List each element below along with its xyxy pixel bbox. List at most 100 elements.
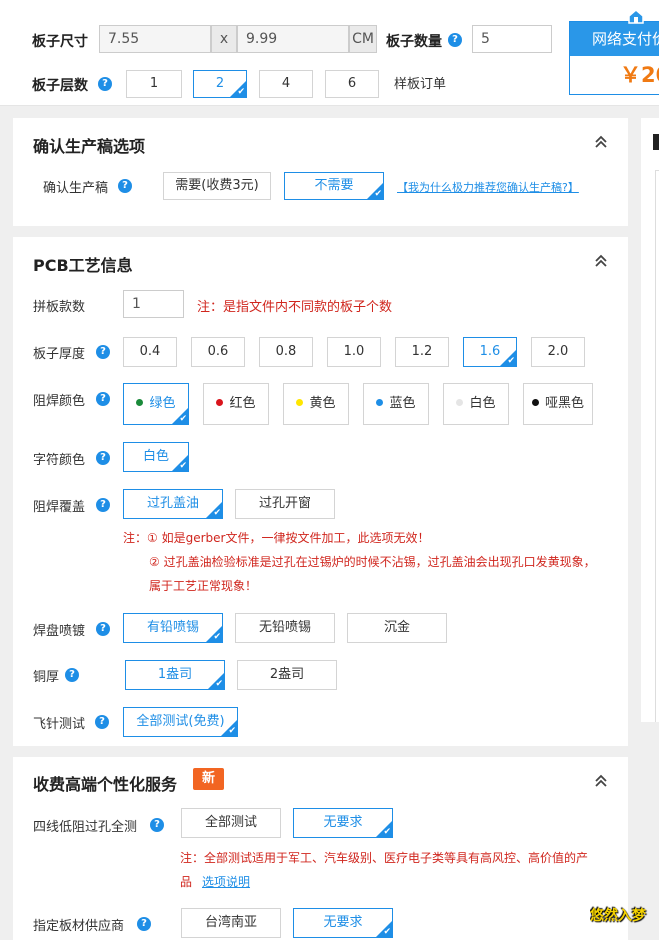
panel-count-label: 拼板款数 xyxy=(33,300,86,315)
yellow-dot-icon xyxy=(296,399,304,406)
check-icon: ✔ xyxy=(374,189,382,199)
via-cover-label: 阻焊覆盖 xyxy=(33,500,86,515)
mask-option-matte-black[interactable]: 哑黑色 xyxy=(523,383,593,425)
collapse-icon[interactable] xyxy=(593,134,609,150)
thickness-option-1.0[interactable]: 1.0 xyxy=(327,337,381,367)
supplier-option-none[interactable]: 无要求 ✔ xyxy=(293,908,393,938)
check-icon: ✔ xyxy=(383,927,391,937)
mask-option-blue-label: 蓝色 xyxy=(389,396,416,411)
probe-option-full[interactable]: 全部测试(免费) ✔ xyxy=(123,707,238,737)
layer-option-2[interactable]: 2 ✔ xyxy=(193,70,247,98)
mask-option-green[interactable]: 绿色 ✔ xyxy=(123,383,189,425)
help-icon[interactable]: ? xyxy=(118,179,132,193)
board-qty-input[interactable]: 5 xyxy=(472,25,552,53)
help-icon[interactable]: ? xyxy=(96,451,110,465)
help-icon[interactable]: ? xyxy=(150,818,164,832)
mask-option-white[interactable]: 白色 xyxy=(443,383,509,425)
via-note-line1: 注：① 如是gerber文件，一律按文件加工，此选项无效！ xyxy=(123,531,430,545)
check-icon: ✔ xyxy=(179,461,187,471)
confirm-option-no[interactable]: 不需要 ✔ xyxy=(284,172,384,200)
black-dot-icon xyxy=(531,399,539,406)
premium-panel: 收费高端个性化服务 新 四线低阻过孔全测 ? 全部测试 无要求 ✔ 注：全部测试适… xyxy=(13,757,628,940)
sample-order-label: 样板订单 xyxy=(394,77,447,92)
mask-option-yellow[interactable]: 黄色 xyxy=(283,383,349,425)
supplier-option-nanya[interactable]: 台湾南亚 xyxy=(181,908,281,938)
confirm-panel: 确认生产稿选项 确认生产稿 ? 需要(收费3元) 不需要 ✔ 【我为什么极力推荐您… xyxy=(13,118,628,226)
help-icon[interactable]: ? xyxy=(95,715,109,729)
via-note-line2: ② 过孔盖油检验标准是过孔在过锡炉的时候不沾锡，过孔盖油会出现孔口发黄现象， xyxy=(149,555,596,569)
panel-count-input[interactable]: 1 xyxy=(123,290,184,318)
mask-option-red-label: 红色 xyxy=(229,396,256,411)
check-icon: ✔ xyxy=(383,827,391,837)
help-icon[interactable]: ? xyxy=(96,498,110,512)
house-icon xyxy=(628,9,644,24)
help-icon[interactable]: ? xyxy=(96,392,110,406)
probe-label: 飞针测试 xyxy=(33,717,86,732)
copper-option-1oz-label: 1盎司 xyxy=(157,667,193,682)
help-icon[interactable]: ? xyxy=(98,77,112,91)
layer-option-1[interactable]: 1 xyxy=(126,70,182,98)
silk-color-label: 字符颜色 xyxy=(33,453,86,468)
silk-option-white[interactable]: 白色 ✔ xyxy=(123,442,189,472)
confirm-option-no-label: 不需要 xyxy=(314,178,354,193)
why-confirm-link[interactable]: 【我为什么极力推荐您确认生产稿?】 xyxy=(397,179,579,195)
four-wire-option-link[interactable]: 选项说明 xyxy=(202,873,250,890)
thickness-option-0.4[interactable]: 0.4 xyxy=(123,337,177,367)
thickness-option-0.6[interactable]: 0.6 xyxy=(191,337,245,367)
size-unit: CM xyxy=(349,25,377,53)
thickness-option-1.6[interactable]: 1.6 ✔ xyxy=(463,337,517,367)
confirm-option-yes[interactable]: 需要(收费3元) xyxy=(163,172,271,200)
finish-option-leadfree-hasl[interactable]: 无铅喷锡 xyxy=(235,613,335,643)
layer-option-4[interactable]: 4 xyxy=(259,70,313,98)
check-icon: ✔ xyxy=(507,356,515,366)
help-icon[interactable]: ? xyxy=(65,668,79,682)
mask-option-blue[interactable]: 蓝色 xyxy=(363,383,429,425)
collapse-icon[interactable] xyxy=(593,773,609,789)
check-icon: ✔ xyxy=(237,87,245,97)
four-wire-note: 注：全部测试适用于军工、汽车级别、医疗电子类等具有高风控、高价值的产 xyxy=(180,851,589,865)
finish-option-leaded-hasl-label: 有铅喷锡 xyxy=(146,620,199,635)
copper-option-1oz[interactable]: 1盎司 ✔ xyxy=(125,660,225,690)
thickness-label: 板子厚度 xyxy=(33,347,86,362)
thickness-option-1.2[interactable]: 1.2 xyxy=(395,337,449,367)
layer-option-6[interactable]: 6 xyxy=(325,70,379,98)
help-icon[interactable]: ? xyxy=(96,622,110,636)
four-wire-option-none[interactable]: 无要求 ✔ xyxy=(293,808,393,838)
red-dot-icon xyxy=(216,399,224,406)
help-icon[interactable]: ? xyxy=(137,917,151,931)
pcb-title: PCB工艺信息 xyxy=(33,256,133,275)
finish-label: 焊盘喷镀 xyxy=(33,624,86,639)
board-width-input[interactable]: 7.55 xyxy=(99,25,211,53)
silk-option-white-label: 白色 xyxy=(142,449,169,464)
check-icon: ✔ xyxy=(215,679,223,689)
copper-option-2oz[interactable]: 2盎司 xyxy=(237,660,337,690)
help-icon[interactable]: ? xyxy=(448,33,462,47)
watermark: 悠然入梦 xyxy=(590,908,646,924)
mask-option-red[interactable]: 红色 xyxy=(203,383,269,425)
side-panel-title-fragment xyxy=(653,134,659,150)
finish-option-leaded-hasl[interactable]: 有铅喷锡 ✔ xyxy=(123,613,223,643)
copper-label: 铜厚 xyxy=(33,670,60,685)
via-option-open[interactable]: 过孔开窗 xyxy=(235,489,335,519)
side-panel xyxy=(641,118,659,722)
mask-option-yellow-label: 黄色 xyxy=(309,396,336,411)
price-box: 网络支付价 ￥20 xyxy=(569,21,659,95)
help-icon[interactable]: ? xyxy=(96,345,110,359)
finish-option-enig[interactable]: 沉金 xyxy=(347,613,447,643)
panel-count-note: 注：是指文件内不同款的板子个数 xyxy=(197,300,393,315)
green-dot-icon xyxy=(136,399,144,406)
via-option-tented[interactable]: 过孔盖油 ✔ xyxy=(123,489,223,519)
board-height-input[interactable]: 9.99 xyxy=(237,25,349,53)
thickness-option-0.8[interactable]: 0.8 xyxy=(259,337,313,367)
thickness-option-2.0[interactable]: 2.0 xyxy=(531,337,585,367)
check-icon: ✔ xyxy=(179,414,187,424)
board-size-label: 板子尺寸 xyxy=(32,34,88,50)
probe-option-full-label: 全部测试(免费) xyxy=(136,714,225,729)
collapse-icon[interactable] xyxy=(593,253,609,269)
board-qty-label: 板子数量 xyxy=(386,34,442,50)
top-bar: 板子尺寸 7.55 x 9.99 CM 板子数量 ? 5 板子层数 ? 1 2 ✔… xyxy=(0,0,659,106)
layer-option-2-label: 2 xyxy=(215,76,225,91)
side-panel-border xyxy=(655,170,656,722)
four-wire-option-full[interactable]: 全部测试 xyxy=(181,808,281,838)
check-icon: ✔ xyxy=(213,632,221,642)
